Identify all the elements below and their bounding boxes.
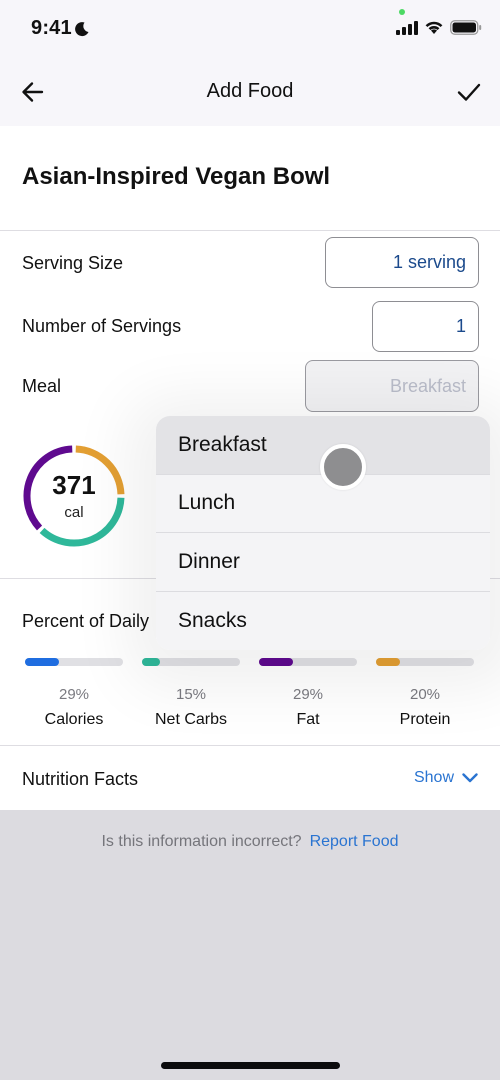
progress-fill — [259, 658, 294, 666]
report-prompt: Is this information incorrect? — [101, 833, 302, 850]
status-icons — [396, 20, 482, 35]
macro-name: Net Carbs — [154, 711, 228, 728]
divider — [0, 745, 500, 746]
menu-item-label: Dinner — [178, 549, 240, 573]
menu-item-dinner[interactable]: Dinner — [156, 533, 490, 592]
progress-fill — [25, 658, 60, 666]
navigation-bar: Add Food — [0, 60, 500, 126]
macro-percent: 20% — [409, 686, 441, 703]
macro-name: Protein — [399, 711, 451, 728]
cellular-signal-icon — [396, 20, 418, 35]
number-of-servings-label: Number of Servings — [22, 316, 182, 336]
meal-select-value: Breakfast — [389, 375, 466, 396]
home-indicator[interactable] — [161, 1062, 340, 1069]
progress-track — [142, 658, 240, 666]
page-title: Add Food — [206, 80, 294, 102]
menu-item-label: Breakfast — [178, 432, 267, 456]
chevron-down-icon — [462, 773, 478, 783]
progress-fill — [142, 658, 160, 666]
menu-item-label: Lunch — [178, 491, 236, 515]
nutrition-facts-label: Nutrition Facts — [22, 769, 139, 789]
menu-item-snacks[interactable]: Snacks — [156, 592, 490, 651]
status-bar: 9:41 — [0, 0, 500, 60]
report-row: Is this information incorrect? Report Foo… — [0, 833, 500, 851]
progress-fill — [376, 658, 400, 666]
battery-icon — [450, 20, 482, 35]
divider — [0, 230, 500, 231]
privacy-indicator-dot — [399, 9, 405, 15]
nutrition-facts-show-toggle[interactable]: Show — [414, 769, 478, 787]
serving-size-value: 1 serving — [392, 252, 466, 272]
macro-name: Fat — [296, 711, 320, 728]
wifi-icon — [425, 21, 443, 34]
moon-icon — [74, 21, 89, 36]
calorie-unit: cal — [64, 504, 84, 521]
serving-size-field[interactable]: 1 serving — [325, 237, 479, 288]
meal-label: Meal — [22, 376, 62, 396]
clock-text: 9:41 — [31, 17, 72, 39]
status-time: 9:41 — [31, 17, 90, 40]
meal-select[interactable]: Breakfast — [305, 360, 479, 412]
number-of-servings-field[interactable]: 1 — [372, 301, 479, 352]
report-food-link[interactable]: Report Food — [310, 833, 399, 850]
meal-dropdown-menu: Breakfast Lunch Dinner Snacks — [156, 416, 490, 650]
number-of-servings-value: 1 — [455, 316, 466, 336]
progress-track — [25, 658, 123, 666]
progress-track — [376, 658, 474, 666]
checkmark-icon[interactable] — [456, 79, 482, 105]
food-title: Asian-Inspired Vegan Bowl — [22, 163, 331, 190]
percent-daily-label: Percent of Daily — [22, 611, 150, 631]
progress-track — [259, 658, 357, 666]
macro-percent: 29% — [58, 686, 90, 703]
macro-percent: 15% — [175, 686, 207, 703]
macro-name: Calories — [44, 711, 104, 728]
menu-item-lunch[interactable]: Lunch — [156, 475, 490, 533]
calorie-value: 371 — [52, 470, 96, 500]
macro-percent: 29% — [292, 686, 324, 703]
serving-size-label: Serving Size — [22, 253, 124, 273]
touch-indicator — [320, 444, 366, 490]
menu-item-label: Snacks — [178, 608, 247, 632]
show-label: Show — [413, 769, 454, 786]
calorie-ring: 371 cal — [22, 444, 126, 548]
